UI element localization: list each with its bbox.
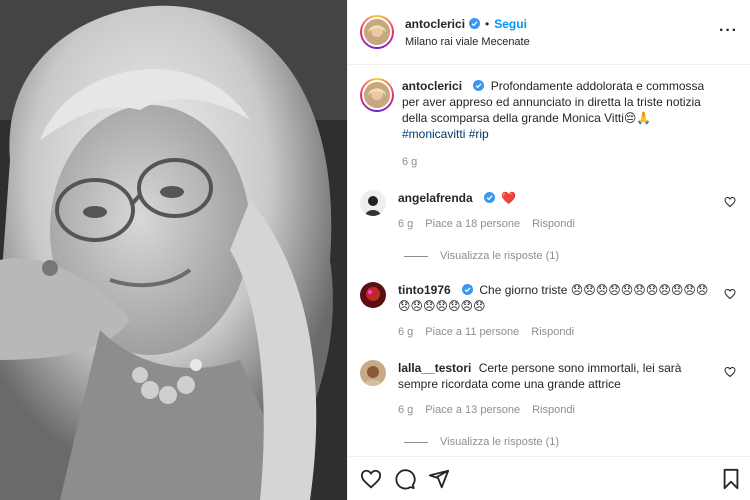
comment-body: angelafrenda ❤️ 6 g Piace a 18 persone R… (398, 190, 597, 232)
comments-section[interactable]: antoclerici Profondamente addolorata e c… (348, 66, 750, 456)
caption-time: 6 g (402, 156, 418, 168)
comment-icon[interactable] (394, 468, 416, 490)
comment-username[interactable]: lalla__testori (398, 361, 471, 375)
reply-button[interactable]: Rispondi (532, 216, 575, 232)
reply-button[interactable]: Rispondi (532, 402, 575, 418)
comment-text: ❤️ (501, 191, 517, 205)
comment-body: tinto1976 Che giorno triste 😞😞😞😞😞😞😞😞😞😞😞😞… (398, 282, 738, 340)
share-icon[interactable] (428, 468, 450, 490)
separator-dot: • (485, 16, 490, 31)
view-replies-label: Visualizza le risposte (1) (440, 250, 560, 262)
like-comment-icon[interactable] (724, 196, 736, 208)
comment-item: lalla__testori Certe persone sono immort… (360, 360, 738, 418)
verified-badge-icon (484, 192, 496, 203)
verified-badge-icon (473, 80, 485, 91)
comment-avatar[interactable] (360, 360, 386, 386)
caption-body: antoclerici Profondamente addolorata e c… (402, 78, 738, 170)
author-avatar-image (364, 19, 390, 45)
verified-badge-icon (469, 18, 481, 29)
post-panel: antoclerici • Segui Milano rai viale Mec… (347, 0, 750, 500)
comment-time: 6 g (398, 218, 414, 230)
comment-time: 6 g (398, 404, 414, 416)
comment-item: angelafrenda ❤️ 6 g Piace a 18 persone R… (360, 190, 738, 232)
comment-avatar[interactable] (360, 190, 386, 216)
comment-avatar[interactable] (360, 282, 386, 308)
comment-username[interactable]: angelafrenda (398, 191, 473, 205)
post-header: antoclerici • Segui Milano rai viale Mec… (348, 0, 750, 65)
caption-avatar[interactable] (360, 78, 394, 112)
comment-avatar-image (360, 360, 386, 386)
more-options-icon[interactable]: ··· (719, 22, 738, 40)
instagram-post: antoclerici • Segui Milano rai viale Mec… (0, 0, 750, 500)
comment-body: lalla__testori Certe persone sono immort… (398, 360, 738, 418)
view-replies-button[interactable]: Visualizza le risposte (1) (404, 436, 738, 448)
comment-avatar-image (360, 190, 386, 216)
bookmark-icon[interactable] (720, 468, 742, 490)
hashtag-rip[interactable]: #rip (469, 127, 489, 141)
follow-button[interactable]: Segui (494, 17, 527, 31)
like-comment-icon[interactable] (724, 366, 736, 378)
view-replies-label: Visualizza le risposte (1) (440, 436, 560, 448)
location-link[interactable]: Milano rai viale Mecenate (405, 36, 530, 48)
post-photo[interactable] (0, 0, 347, 500)
comment-likes[interactable]: Piace a 13 persone (425, 402, 520, 418)
caption: antoclerici Profondamente addolorata e c… (360, 78, 738, 170)
action-bar (348, 456, 750, 500)
portrait-image (0, 0, 347, 500)
hashtag-monicavitti[interactable]: #monicavitti (402, 127, 465, 141)
replies-line (404, 255, 428, 257)
view-replies-button[interactable]: Visualizza le risposte (1) (404, 250, 738, 262)
verified-badge-icon (462, 284, 474, 295)
author-username[interactable]: antoclerici (405, 17, 465, 31)
comment-item: tinto1976 Che giorno triste 😞😞😞😞😞😞😞😞😞😞😞😞… (360, 282, 738, 340)
comment-likes[interactable]: Piace a 11 persone (425, 324, 519, 340)
comment-time: 6 g (398, 326, 414, 338)
comment-avatar-image (360, 282, 386, 308)
author-avatar[interactable] (360, 15, 394, 49)
comment-username[interactable]: tinto1976 (398, 283, 451, 297)
replies-line (404, 441, 428, 443)
comment-likes[interactable]: Piace a 18 persone (425, 216, 520, 232)
like-comment-icon[interactable] (724, 288, 736, 300)
author-info: antoclerici • Segui Milano rai viale Mec… (405, 17, 530, 48)
caption-avatar-image (364, 82, 390, 108)
caption-username[interactable]: antoclerici (402, 79, 462, 93)
heart-icon[interactable] (360, 468, 382, 490)
reply-button[interactable]: Rispondi (531, 324, 574, 340)
